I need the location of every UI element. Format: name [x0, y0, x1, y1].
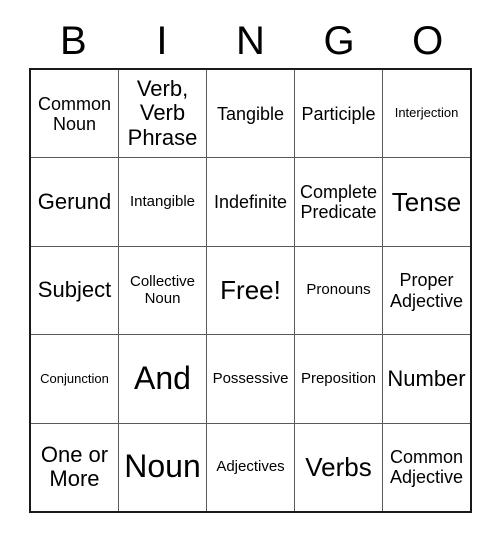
bingo-cell-label: Interjection — [394, 105, 459, 121]
bingo-cell-r3-c2[interactable]: Collective Noun — [119, 246, 207, 335]
bingo-row: One or More Noun Adjectives Verbs Common Adj… — [31, 423, 470, 512]
bingo-cell-r5-c5[interactable]: Common Adjective — [383, 424, 470, 511]
bingo-cell-r3-c4[interactable]: Pronouns — [295, 246, 383, 335]
bingo-cell-r2-c4[interactable]: Complete Predicate — [295, 158, 383, 246]
bingo-cell-r1-c4[interactable]: Participle — [295, 70, 383, 158]
bingo-cell-label: Common Adjective — [389, 447, 464, 488]
bingo-cell-r4-c4[interactable]: Preposition — [295, 335, 383, 423]
bingo-cell-label: Number — [387, 365, 466, 391]
bingo-cell-r5-c2[interactable]: Noun — [119, 423, 207, 512]
bingo-header-letter-o: O — [412, 19, 444, 63]
bingo-cell-label: Collective Noun — [129, 272, 196, 307]
bingo-cell-label: Proper Adjective — [389, 270, 464, 311]
bingo-cell-label: Pronouns — [306, 281, 371, 299]
bingo-cell-label: Preposition — [300, 369, 377, 387]
bingo-cell-label: Indefinite — [213, 192, 288, 213]
bingo-cell-label: Verb, Verb Phrase — [127, 75, 198, 151]
bingo-cell-r4-c2[interactable]: And — [119, 335, 207, 423]
bingo-cell-r2-c1[interactable]: Gerund — [31, 158, 119, 246]
bingo-cell-r4-c1[interactable]: Conjunction — [31, 335, 119, 423]
bingo-cell-label: Tangible — [216, 103, 285, 124]
bingo-row: Gerund Intangible Indefinite Complete Predi… — [31, 158, 470, 247]
bingo-cell-label: Common Noun — [37, 93, 112, 134]
bingo-cell-r4-c5[interactable]: Number — [383, 335, 470, 422]
bingo-cell-label: One or More — [40, 441, 109, 492]
bingo-header-letter-g: G — [323, 19, 355, 63]
bingo-cell-label: Participle — [301, 103, 376, 124]
bingo-cell-r2-c5[interactable]: Tense — [383, 158, 470, 245]
bingo-cell-r2-c3[interactable]: Indefinite — [207, 158, 295, 246]
bingo-row: Subject Collective Noun Free! Pronouns Prope… — [31, 246, 470, 336]
bingo-cell-label: Intangible — [129, 192, 196, 210]
bingo-header-letter-b: B — [59, 19, 87, 63]
bingo-header-letter-i: I — [156, 19, 168, 63]
bingo-cell-r4-c3[interactable]: Possessive — [207, 335, 295, 423]
bingo-header: BINGO — [29, 14, 472, 68]
bingo-cell-label: Verbs — [305, 451, 372, 482]
bingo-cell-r5-c3[interactable]: Adjectives — [207, 423, 295, 512]
bingo-cell-label: Gerund — [37, 188, 112, 214]
bingo-card: B I N G O Common Noun Verb, Verb Phrase Tangib… — [0, 0, 500, 544]
bingo-cell-label: Adjectives — [216, 457, 285, 475]
bingo-cell-r1-c2[interactable]: Verb, Verb Phrase — [119, 70, 207, 158]
bingo-row: Conjunction And Possessive Preposition Numbe… — [31, 335, 470, 424]
bingo-cell-r3-c1[interactable]: Subject — [31, 246, 119, 335]
bingo-cell-r3-c3[interactable]: Free! — [207, 246, 295, 335]
bingo-cell-r5-c1[interactable]: One or More — [31, 423, 119, 512]
bingo-cell-label: And — [134, 360, 191, 396]
bingo-cell-label: Conjunction — [40, 370, 109, 386]
bingo-cell-r3-c5[interactable]: Proper Adjective — [383, 247, 470, 334]
bingo-cell-r1-c5[interactable]: Interjection — [383, 70, 470, 157]
bingo-cell-r2-c2[interactable]: Intangible — [119, 158, 207, 246]
bingo-cell-label: Complete Predicate — [299, 181, 378, 223]
bingo-cell-r5-c4[interactable]: Verbs — [295, 423, 383, 512]
bingo-cell-label: Subject — [37, 277, 112, 303]
bingo-cell-label: Tense — [391, 186, 462, 217]
bingo-grid: Common Noun Verb, Verb Phrase Tangible Part… — [29, 68, 472, 513]
bingo-cell-label: Possessive — [212, 369, 289, 387]
bingo-header-letter-n: N — [236, 19, 265, 63]
bingo-row: Common Noun Verb, Verb Phrase Tangible Part… — [31, 70, 470, 159]
bingo-cell-label: Free! — [220, 274, 281, 305]
bingo-cell-r1-c1[interactable]: Common Noun — [31, 70, 119, 158]
bingo-cell-label: Noun — [124, 448, 201, 485]
bingo-cell-r1-c3[interactable]: Tangible — [207, 70, 295, 158]
